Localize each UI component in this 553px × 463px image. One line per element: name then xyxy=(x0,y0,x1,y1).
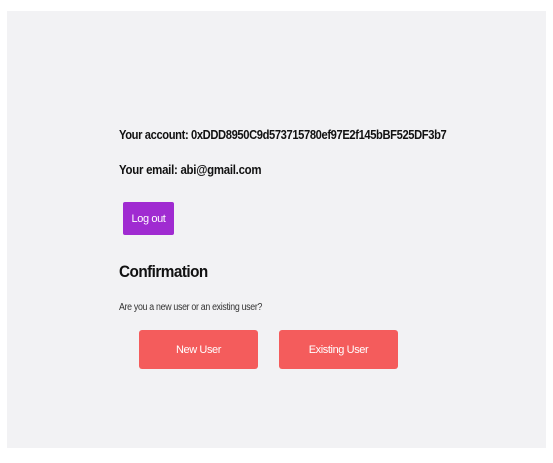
confirmation-question: Are you a new user or an existing user? xyxy=(119,302,263,313)
account-address-text: Your account: 0xDDD8950C9d573715780ef97E… xyxy=(119,127,447,142)
logout-button[interactable]: Log out xyxy=(123,202,174,235)
account-email-text: Your email: abi@gmail.com xyxy=(119,162,262,177)
new-user-button[interactable]: New User xyxy=(139,330,258,369)
main-panel xyxy=(7,11,546,448)
existing-user-button[interactable]: Existing User xyxy=(279,330,398,369)
confirmation-title: Confirmation xyxy=(119,262,208,281)
